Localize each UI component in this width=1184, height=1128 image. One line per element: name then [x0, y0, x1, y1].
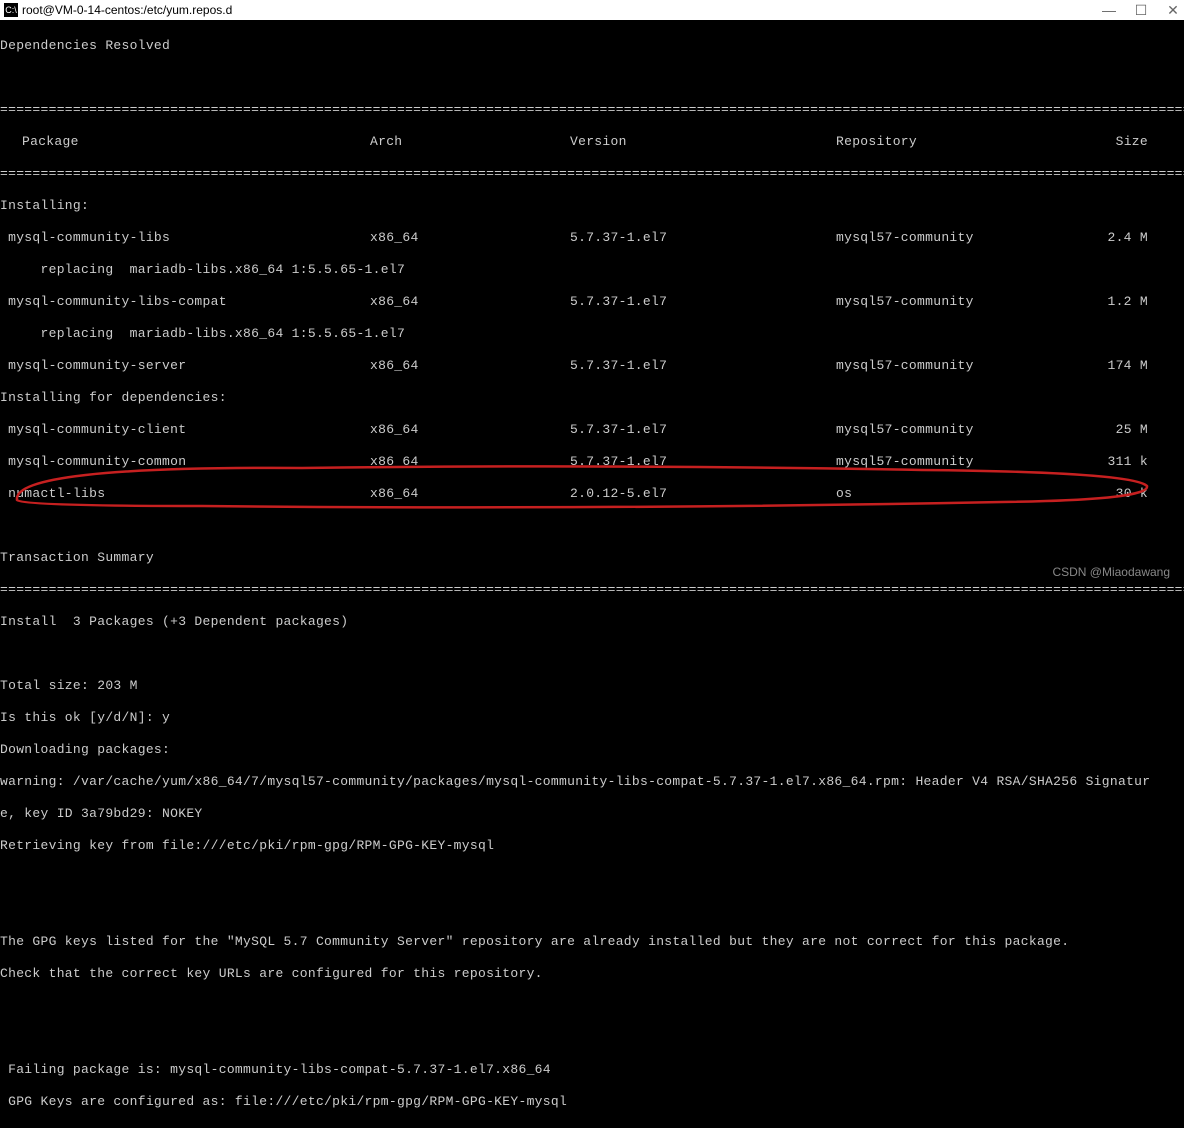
section-deps: Installing for dependencies: — [0, 390, 1184, 406]
gpg-error-line: The GPG keys listed for the "MySQL 5.7 C… — [0, 934, 1184, 950]
replacing-line: replacing mariadb-libs.x86_64 1:5.5.65-1… — [0, 326, 1184, 342]
blank-line — [0, 646, 1184, 662]
divider: ========================================… — [0, 166, 1184, 182]
pkg-version: 5.7.37-1.el7 — [570, 358, 836, 374]
close-button[interactable]: ✕ — [1166, 3, 1180, 17]
blank-line — [0, 1030, 1184, 1046]
blank-line — [0, 70, 1184, 86]
pkg-name: mysql-community-common — [0, 454, 370, 470]
pkg-name: mysql-community-client — [0, 422, 370, 438]
blank-line — [0, 518, 1184, 534]
warning-line: e, key ID 3a79bd29: NOKEY — [0, 806, 1184, 822]
pkg-version: 5.7.37-1.el7 — [570, 294, 836, 310]
pkg-name: numactl-libs — [0, 486, 370, 502]
header-package: Package — [0, 134, 370, 150]
pkg-version: 2.0.12-5.el7 — [570, 486, 836, 502]
warning-line: warning: /var/cache/yum/x86_64/7/mysql57… — [0, 774, 1184, 790]
section-installing: Installing: — [0, 198, 1184, 214]
pkg-size: 25 M — [1100, 422, 1160, 438]
pkg-name: mysql-community-server — [0, 358, 370, 374]
table-row: mysql-community-serverx86_645.7.37-1.el7… — [0, 358, 1184, 374]
install-line: Install 3 Packages (+3 Dependent package… — [0, 614, 1184, 630]
table-row: mysql-community-commonx86_645.7.37-1.el7… — [0, 454, 1184, 470]
header-size: Size — [1100, 134, 1160, 150]
pkg-version: 5.7.37-1.el7 — [570, 422, 836, 438]
header-repository: Repository — [836, 134, 1100, 150]
pkg-name: mysql-community-libs — [0, 230, 370, 246]
tx-summary: Transaction Summary — [0, 550, 1184, 566]
maximize-button[interactable]: ☐ — [1134, 3, 1148, 17]
pkg-size: 2.4 M — [1100, 230, 1160, 246]
pkg-repo: mysql57-community — [836, 294, 1100, 310]
gpg-error-line: Check that the correct key URLs are conf… — [0, 966, 1184, 982]
deps-resolved: Dependencies Resolved — [0, 38, 1184, 54]
failing-package: Failing package is: mysql-community-libs… — [0, 1062, 1184, 1078]
table-row: mysql-community-clientx86_645.7.37-1.el7… — [0, 422, 1184, 438]
pkg-version: 5.7.37-1.el7 — [570, 230, 836, 246]
terminal-icon: C:\ — [4, 3, 18, 17]
pkg-repo: os — [836, 486, 1100, 502]
replacing-line: replacing mariadb-libs.x86_64 1:5.5.65-1… — [0, 262, 1184, 278]
window-controls: — ☐ ✕ — [1102, 3, 1180, 17]
retrieving-line: Retrieving key from file:///etc/pki/rpm-… — [0, 838, 1184, 854]
blank-line — [0, 998, 1184, 1014]
pkg-repo: mysql57-community — [836, 422, 1100, 438]
pkg-name: mysql-community-libs-compat — [0, 294, 370, 310]
pkg-arch: x86_64 — [370, 486, 570, 502]
pkg-size: 311 k — [1100, 454, 1160, 470]
watermark: CSDN @Miaodawang — [1052, 565, 1170, 579]
pkg-arch: x86_64 — [370, 454, 570, 470]
downloading: Downloading packages: — [0, 742, 1184, 758]
is-ok-prompt: Is this ok [y/d/N]: y — [0, 710, 1184, 726]
total-size: Total size: 203 M — [0, 678, 1184, 694]
pkg-repo: mysql57-community — [836, 454, 1100, 470]
pkg-repo: mysql57-community — [836, 230, 1100, 246]
table-row: mysql-community-libsx86_645.7.37-1.el7my… — [0, 230, 1184, 246]
terminal-output[interactable]: Dependencies Resolved ==================… — [0, 20, 1184, 1128]
header-version: Version — [570, 134, 836, 150]
blank-line — [0, 870, 1184, 886]
pkg-arch: x86_64 — [370, 358, 570, 374]
pkg-arch: x86_64 — [370, 230, 570, 246]
divider: ========================================… — [0, 102, 1184, 118]
pkg-arch: x86_64 — [370, 422, 570, 438]
table-row: numactl-libsx86_642.0.12-5.el7os30 k — [0, 486, 1184, 502]
pkg-size: 30 k — [1100, 486, 1160, 502]
table-row: mysql-community-libs-compatx86_645.7.37-… — [0, 294, 1184, 310]
minimize-button[interactable]: — — [1102, 3, 1116, 17]
pkg-version: 5.7.37-1.el7 — [570, 454, 836, 470]
table-header: PackageArchVersionRepositorySize — [0, 134, 1184, 150]
blank-line — [0, 902, 1184, 918]
window-title-bar: C:\ root@VM-0-14-centos:/etc/yum.repos.d… — [0, 0, 1184, 20]
pkg-repo: mysql57-community — [836, 358, 1100, 374]
pkg-size: 174 M — [1100, 358, 1160, 374]
pkg-size: 1.2 M — [1100, 294, 1160, 310]
header-arch: Arch — [370, 134, 570, 150]
divider: ========================================… — [0, 582, 1184, 598]
pkg-arch: x86_64 — [370, 294, 570, 310]
gpg-keys-line: GPG Keys are configured as: file:///etc/… — [0, 1094, 1184, 1110]
window-title: root@VM-0-14-centos:/etc/yum.repos.d — [22, 3, 1102, 17]
